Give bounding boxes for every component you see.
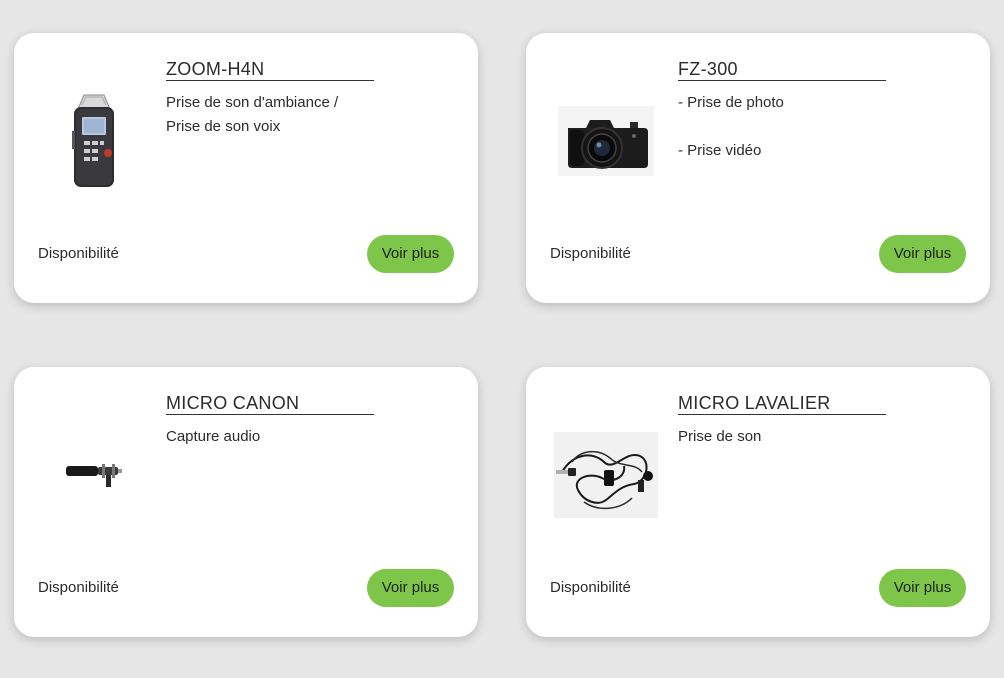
availability-label: Disponibilité <box>550 579 631 596</box>
shotgun-microphone-icon <box>38 415 150 535</box>
voir-plus-button[interactable]: Voir plus <box>367 235 454 273</box>
product-description: Prise de son d'ambiance / Prise de son v… <box>166 91 386 139</box>
camera-icon <box>550 81 662 201</box>
description-line: - Prise de photo <box>678 94 784 111</box>
description-line: Prise de son d'ambiance / <box>166 94 339 111</box>
product-card-micro-lavalier: MICRO LAVALIER Prise de son Disponibilit… <box>526 367 990 637</box>
product-card-zoom-h4n: ZOOM-H4N Prise de son d'ambiance / Prise… <box>14 33 478 303</box>
product-description: Capture audio <box>166 425 386 449</box>
product-description: Prise de son <box>678 425 898 449</box>
lavalier-microphone-icon <box>550 415 662 535</box>
description-line: Capture audio <box>166 428 261 445</box>
product-title: MICRO LAVALIER <box>678 393 886 415</box>
description-line: Prise de son <box>678 428 762 445</box>
voir-plus-button[interactable]: Voir plus <box>879 569 966 607</box>
description-line: Prise de son voix <box>166 118 281 135</box>
product-title: ZOOM-H4N <box>166 59 374 81</box>
product-title: MICRO CANON <box>166 393 374 415</box>
availability-label: Disponibilité <box>38 245 119 262</box>
product-title: FZ-300 <box>678 59 886 81</box>
voir-plus-button[interactable]: Voir plus <box>367 569 454 607</box>
product-card-fz-300: FZ-300 - Prise de photo - Prise vidéo Di… <box>526 33 990 303</box>
product-card-micro-canon: MICRO CANON Capture audio Disponibilité … <box>14 367 478 637</box>
availability-label: Disponibilité <box>38 579 119 596</box>
audio-recorder-icon <box>38 81 150 201</box>
description-line: - Prise vidéo <box>678 142 762 159</box>
product-description: - Prise de photo - Prise vidéo <box>678 91 898 163</box>
voir-plus-button[interactable]: Voir plus <box>879 235 966 273</box>
availability-label: Disponibilité <box>550 245 631 262</box>
